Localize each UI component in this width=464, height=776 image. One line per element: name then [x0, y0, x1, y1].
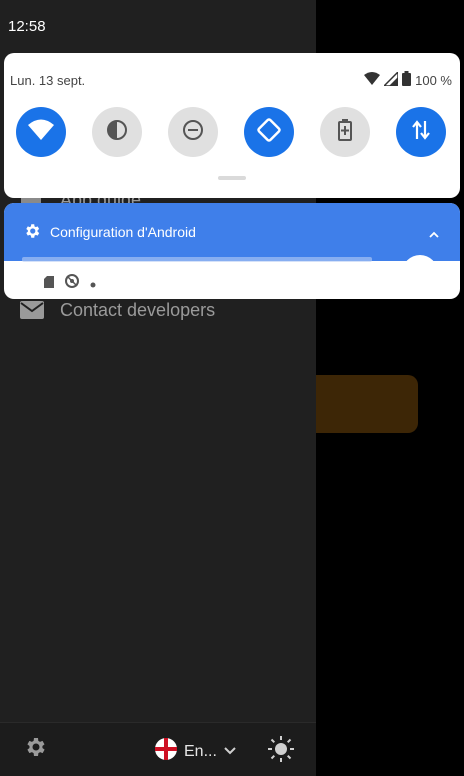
- auto-rotate-icon: [256, 117, 282, 148]
- qs-status-icons: 100 %: [364, 69, 452, 89]
- qs-drag-handle[interactable]: [218, 176, 246, 180]
- battery-percent: 100 %: [415, 72, 452, 88]
- tile-do-not-disturb[interactable]: [168, 107, 218, 157]
- drawer-bottom-bar: En...: [0, 722, 316, 776]
- sd-card-icon: [44, 275, 54, 293]
- quick-settings-panel: Lun. 13 sept. 100 %: [4, 53, 460, 198]
- settings-gear-icon[interactable]: [23, 735, 47, 764]
- chevron-up-icon[interactable]: [428, 226, 440, 244]
- cell-signal-icon: [382, 69, 399, 89]
- notification-header[interactable]: Configuration d'Android: [4, 203, 460, 263]
- notification-small-icons: [44, 273, 96, 294]
- drawer-item-label: Contact developers: [60, 300, 216, 320]
- wifi-icon: [28, 119, 54, 146]
- tile-mobile-data[interactable]: [396, 107, 446, 157]
- status-bar-time: 12:58: [8, 18, 46, 35]
- battery-icon: [402, 71, 412, 89]
- notification-body-peek: [22, 255, 382, 263]
- brightness-icon[interactable]: [267, 735, 295, 768]
- invert-colors-icon: [106, 119, 128, 146]
- do-not-disturb-icon: [182, 119, 204, 146]
- chevron-down-icon: [223, 743, 237, 761]
- tile-wifi[interactable]: [16, 107, 66, 157]
- sync-icon: [64, 273, 80, 294]
- mail-icon: [20, 300, 46, 321]
- background-orange-button: [300, 375, 418, 433]
- gear-icon: [23, 222, 41, 245]
- tile-battery-saver[interactable]: [320, 107, 370, 157]
- notification-card[interactable]: Configuration d'Android: [4, 203, 460, 299]
- language-label: En...: [184, 742, 217, 760]
- drawer-item-contact-developers[interactable]: Contact developers: [20, 300, 215, 321]
- language-selector[interactable]: En...: [154, 737, 237, 766]
- qs-date: Lun. 13 sept.: [10, 73, 86, 88]
- mobile-data-icon: [411, 119, 431, 146]
- tile-auto-rotate[interactable]: [244, 107, 294, 157]
- notification-title: Configuration d'Android: [50, 224, 196, 240]
- england-flag-icon: [154, 737, 178, 766]
- wifi-signal-icon: [364, 71, 381, 89]
- notification-toggle-peek: [402, 255, 438, 291]
- tile-invert-colors[interactable]: [92, 107, 142, 157]
- dot-icon: [90, 275, 96, 293]
- battery-saver-icon: [338, 118, 352, 146]
